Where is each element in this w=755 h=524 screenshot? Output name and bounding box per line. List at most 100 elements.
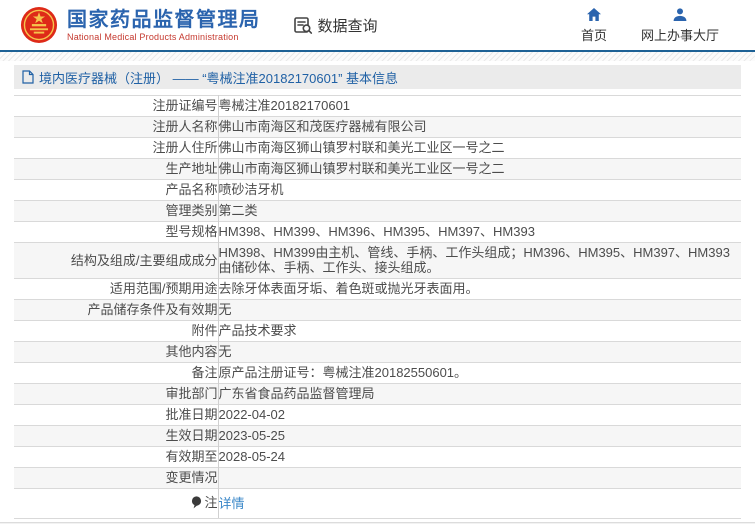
home-icon bbox=[586, 7, 602, 23]
nmpa-logo: 国家药品监督管理局 National Medical Products Admi… bbox=[20, 6, 261, 44]
row-label: 备注 bbox=[191, 365, 217, 380]
user-icon bbox=[672, 7, 688, 23]
row-label: 审批部门 bbox=[165, 386, 217, 401]
page-header: 国家药品监督管理局 National Medical Products Admi… bbox=[0, 0, 755, 50]
row-value: 2023-05-25 bbox=[219, 428, 286, 443]
row-value: 无 bbox=[219, 344, 232, 359]
row-value-cell: 第二类 bbox=[218, 201, 741, 222]
table-row: 批准日期 2022-04-02 bbox=[14, 405, 741, 426]
row-label-cell: 审批部门 bbox=[14, 384, 218, 405]
row-label: 产品名称 bbox=[165, 182, 217, 197]
table-row: 结构及组成/主要组成成分 HM398、HM399由主机、管线、手柄、工作头组成；… bbox=[14, 243, 741, 279]
table-row: 注册人名称 佛山市南海区和茂医疗器械有限公司 bbox=[14, 117, 741, 138]
row-value-cell: 无 bbox=[218, 342, 741, 363]
row-label: 附件 bbox=[191, 323, 217, 338]
table-row: 备注 原产品注册证号：粤械注准20182550601。 bbox=[14, 363, 741, 384]
top-nav: 首页 网上办事大厅 bbox=[581, 7, 719, 44]
row-label-cell: 注册人住所 bbox=[14, 138, 218, 159]
row-label: 型号规格 bbox=[165, 224, 217, 239]
row-value: 粤械注准20182170601 bbox=[219, 98, 351, 113]
row-value: 佛山市南海区和茂医疗器械有限公司 bbox=[219, 119, 427, 134]
row-value-cell: 2023-05-25 bbox=[218, 426, 741, 447]
row-label: 结构及组成/主要组成成分 bbox=[71, 253, 218, 268]
row-value: HM398、HM399、HM396、HM395、HM397、HM393 bbox=[219, 224, 535, 239]
row-label-cell: 其他内容 bbox=[14, 342, 218, 363]
table-row: 产品储存条件及有效期 无 bbox=[14, 300, 741, 321]
registration-info-table: 注册证编号 粤械注准20182170601 注册人名称 佛山市南海区和茂医疗器械… bbox=[14, 95, 741, 519]
row-value-cell: 2028-05-24 bbox=[218, 447, 741, 468]
row-label: 注 bbox=[204, 495, 217, 510]
row-label-cell: 结构及组成/主要组成成分 bbox=[14, 243, 218, 279]
row-value-cell bbox=[218, 468, 741, 489]
row-label: 注册证编号 bbox=[152, 98, 217, 113]
row-value-cell: 佛山市南海区狮山镇罗村联和美光工业区一号之二 bbox=[218, 159, 741, 180]
row-label: 管理类别 bbox=[165, 203, 217, 218]
row-value-cell: 原产品注册证号：粤械注准20182550601。 bbox=[218, 363, 741, 384]
row-label-cell: 适用范围/预期用途 bbox=[14, 279, 218, 300]
row-label-cell: 备注 bbox=[14, 363, 218, 384]
row-label: 变更情况 bbox=[165, 470, 217, 485]
row-label: 生效日期 bbox=[165, 428, 217, 443]
table-row: 变更情况 bbox=[14, 468, 741, 489]
note-balloon-icon bbox=[191, 496, 202, 512]
row-value: 佛山市南海区狮山镇罗村联和美光工业区一号之二 bbox=[219, 161, 505, 176]
row-value: 佛山市南海区狮山镇罗村联和美光工业区一号之二 bbox=[219, 140, 505, 155]
row-label: 生产地址 bbox=[165, 161, 217, 176]
row-value: 喷砂洁牙机 bbox=[219, 182, 284, 197]
row-value: 第二类 bbox=[219, 203, 258, 218]
row-value-cell: 2022-04-02 bbox=[218, 405, 741, 426]
row-label-cell: 注 bbox=[14, 489, 218, 519]
list-search-icon bbox=[293, 15, 313, 35]
hatch-decoration-band bbox=[0, 52, 755, 61]
breadcrumb: 境内医疗器械（注册） —— “粤械注准20182170601” 基本信息 bbox=[14, 65, 741, 89]
agency-subtitle: National Medical Products Administration bbox=[67, 32, 261, 42]
row-value-cell: 广东省食品药品监督管理局 bbox=[218, 384, 741, 405]
row-value-cell: 产品技术要求 bbox=[218, 321, 741, 342]
row-value-cell: 无 bbox=[218, 300, 741, 321]
row-label: 产品储存条件及有效期 bbox=[87, 302, 217, 317]
agency-title-block: 国家药品监督管理局 National Medical Products Admi… bbox=[67, 9, 261, 42]
row-label-cell: 注册证编号 bbox=[14, 96, 218, 117]
table-row: 注册人住所 佛山市南海区狮山镇罗村联和美光工业区一号之二 bbox=[14, 138, 741, 159]
nav-home-label: 首页 bbox=[581, 25, 607, 44]
table-row: 生效日期 2023-05-25 bbox=[14, 426, 741, 447]
row-label-cell: 生产地址 bbox=[14, 159, 218, 180]
table-row: 注册证编号 粤械注准20182170601 bbox=[14, 96, 741, 117]
nav-home[interactable]: 首页 bbox=[581, 7, 607, 44]
row-value-cell: 去除牙体表面牙垢、着色斑或抛光牙表面用。 bbox=[218, 279, 741, 300]
table-row: 其他内容 无 bbox=[14, 342, 741, 363]
table-row: 管理类别 第二类 bbox=[14, 201, 741, 222]
row-label-cell: 生效日期 bbox=[14, 426, 218, 447]
breadcrumb-text: 境内医疗器械（注册） —— “粤械注准20182170601” 基本信息 bbox=[39, 68, 398, 87]
nav-service-hall[interactable]: 网上办事大厅 bbox=[641, 7, 719, 44]
row-value-cell: HM398、HM399由主机、管线、手柄、工作头组成；HM396、HM395、H… bbox=[218, 243, 741, 279]
row-value-cell: 喷砂洁牙机 bbox=[218, 180, 741, 201]
row-value-cell: HM398、HM399、HM396、HM395、HM397、HM393 bbox=[218, 222, 741, 243]
row-value: 2028-05-24 bbox=[219, 449, 286, 464]
row-value: 产品技术要求 bbox=[219, 323, 297, 338]
registration-table-body: 注册证编号 粤械注准20182170601 注册人名称 佛山市南海区和茂医疗器械… bbox=[14, 96, 741, 519]
table-row: 产品名称 喷砂洁牙机 bbox=[14, 180, 741, 201]
row-label-cell: 批准日期 bbox=[14, 405, 218, 426]
row-label-cell: 型号规格 bbox=[14, 222, 218, 243]
row-label: 有效期至 bbox=[165, 449, 217, 464]
row-label-cell: 注册人名称 bbox=[14, 117, 218, 138]
row-label-cell: 管理类别 bbox=[14, 201, 218, 222]
table-row: 注 详情 bbox=[14, 489, 741, 519]
row-label: 其他内容 bbox=[165, 344, 217, 359]
row-label-cell: 产品名称 bbox=[14, 180, 218, 201]
row-value-cell: 佛山市南海区和茂医疗器械有限公司 bbox=[218, 117, 741, 138]
data-query-button[interactable]: 数据查询 bbox=[293, 15, 378, 36]
row-value: 原产品注册证号：粤械注准20182550601。 bbox=[219, 365, 468, 380]
table-row: 型号规格 HM398、HM399、HM396、HM395、HM397、HM393 bbox=[14, 222, 741, 243]
row-value: 无 bbox=[219, 302, 232, 317]
row-value: 去除牙体表面牙垢、着色斑或抛光牙表面用。 bbox=[219, 281, 479, 296]
row-value: 广东省食品药品监督管理局 bbox=[219, 386, 375, 401]
data-query-label: 数据查询 bbox=[318, 15, 378, 36]
agency-title: 国家药品监督管理局 bbox=[67, 9, 261, 31]
table-row: 附件 产品技术要求 bbox=[14, 321, 741, 342]
row-label-cell: 有效期至 bbox=[14, 447, 218, 468]
detail-link[interactable]: 详情 bbox=[219, 496, 245, 511]
row-label: 注册人住所 bbox=[152, 140, 217, 155]
row-label: 批准日期 bbox=[165, 407, 217, 422]
